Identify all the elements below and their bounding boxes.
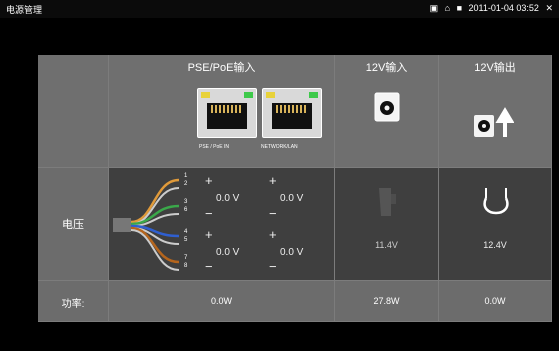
- port1-label: PSE / PoE IN: [199, 144, 230, 150]
- wire-number-3: 3: [184, 199, 188, 205]
- wire-number-5: 5: [184, 237, 188, 243]
- power-table: PSE/PoE输入 PSE / PoE IN NETWORK/LAN 12V输入: [38, 55, 552, 322]
- v12-in-power-cell: 27.8W: [335, 281, 439, 322]
- poe-power: 0.0W: [210, 296, 232, 306]
- pair1-value: 0.0 V: [216, 193, 240, 204]
- datetime: 2011-01-04 03:52: [468, 3, 539, 13]
- v12-in-power: 27.8W: [373, 296, 400, 306]
- port-pins: [276, 105, 308, 113]
- port2-label: NETWORK/LAN: [261, 144, 298, 150]
- header-pse-poe-label: PSE/PoE输入: [187, 62, 256, 74]
- led-green-icon: [309, 92, 318, 98]
- dc-plug-icon: [379, 188, 396, 216]
- close-icon[interactable]: ✕: [545, 3, 553, 13]
- poe-voltage-cell: 1 2 3 6 4 5 7 8 + 0.0 V − + 0.0 V − + 0.…: [109, 168, 335, 281]
- voltage-label: 电压: [62, 219, 84, 231]
- device-screen: 电源管理 ▣ ⌂ ■ 2011-01-04 03:52 ✕ PSE/PoE输入 …: [0, 0, 559, 351]
- status-icons: ▣ ⌂ ■ 2011-01-04 03:52 ✕: [426, 3, 553, 14]
- pair2-plus: +: [269, 173, 277, 188]
- pair1-plus: +: [205, 173, 213, 188]
- pair1-minus: −: [205, 206, 213, 221]
- wire-number-7: 7: [184, 255, 188, 261]
- header-12v-out-label: 12V输出: [474, 62, 516, 74]
- wire-pairs-icon: [113, 178, 180, 271]
- lock-icon: ■: [456, 3, 463, 13]
- port-socket: [207, 103, 247, 129]
- wire-number-8: 8: [184, 263, 188, 269]
- pair4-minus: −: [269, 259, 277, 274]
- v12-out-voltage: 12.4V: [483, 240, 507, 250]
- wire-number-4: 4: [184, 229, 188, 235]
- led-green-icon: [244, 92, 253, 98]
- header-empty-cell: [38, 55, 109, 168]
- header-12v-in-label: 12V输入: [365, 62, 408, 74]
- dc-jack-icon: [374, 92, 400, 122]
- pair3-value: 0.0 V: [216, 247, 240, 258]
- power-label: 功率:: [61, 299, 85, 310]
- led-yellow-icon: [266, 92, 275, 98]
- v12-out-power: 0.0W: [484, 296, 506, 306]
- pair3-minus: −: [205, 259, 213, 274]
- status-bar: 电源管理 ▣ ⌂ ■ 2011-01-04 03:52 ✕: [0, 0, 559, 18]
- v12-out-power-cell: 0.0W: [439, 281, 552, 322]
- pair4-value: 0.0 V: [280, 247, 304, 258]
- dc-output-jack-icon: [474, 107, 514, 137]
- pair2-value: 0.0 V: [280, 193, 304, 204]
- v12-in-voltage-cell: 11.4V: [335, 168, 439, 281]
- sd-card-icon: ▣: [429, 3, 439, 13]
- ethernet-port-poe-in: [197, 88, 257, 138]
- led-yellow-icon: [201, 92, 210, 98]
- port-socket: [272, 103, 312, 129]
- app-title: 电源管理: [6, 5, 43, 15]
- wire-number-6: 6: [184, 207, 188, 213]
- cable-loop-icon: [483, 188, 509, 215]
- pair2-minus: −: [269, 206, 277, 221]
- pair3-plus: +: [205, 227, 213, 242]
- header-pse-poe: PSE/PoE输入 PSE / PoE IN NETWORK/LAN: [109, 55, 335, 168]
- v12-in-voltage: 11.4V: [375, 240, 398, 250]
- voltage-label-cell: 电压: [38, 168, 109, 281]
- v12-out-voltage-cell: 12.4V: [439, 168, 552, 281]
- wire-number-2: 2: [184, 181, 188, 187]
- power-label-cell: 功率:: [38, 281, 109, 322]
- header-12v-out: 12V输出: [439, 55, 552, 168]
- poe-power-cell: 0.0W: [109, 281, 335, 322]
- network-icon: ⌂: [444, 3, 451, 13]
- wire-number-1: 1: [184, 173, 188, 179]
- header-12v-in: 12V输入: [335, 55, 439, 168]
- pair4-plus: +: [269, 227, 277, 242]
- port-pins: [211, 105, 243, 113]
- ethernet-port-lan: [262, 88, 322, 138]
